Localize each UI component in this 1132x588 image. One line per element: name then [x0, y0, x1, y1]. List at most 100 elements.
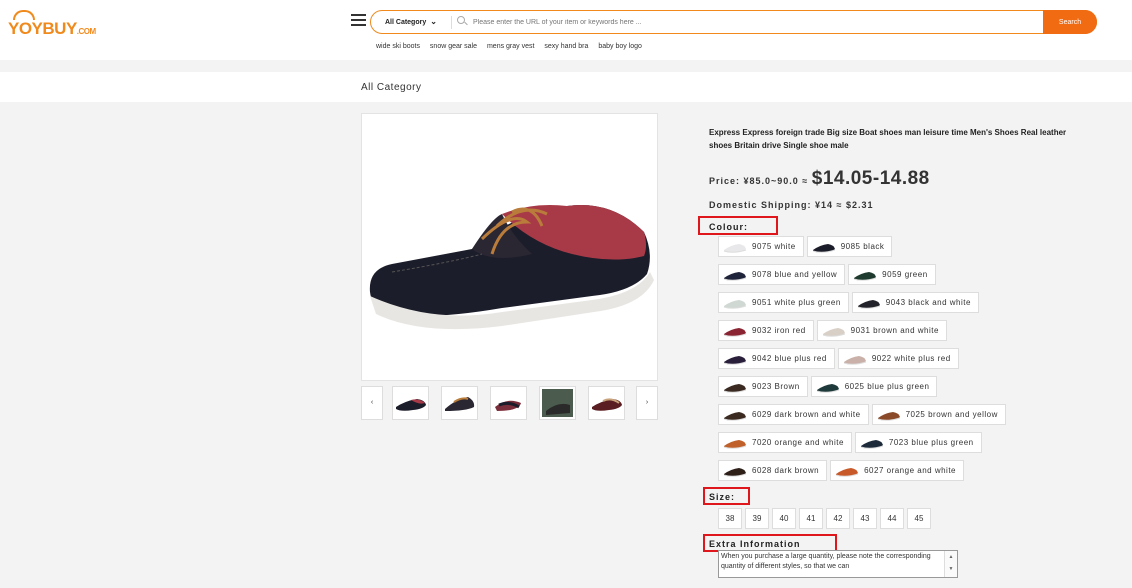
- shoe-swatch-icon: [723, 467, 747, 477]
- size-option[interactable]: 44: [880, 508, 904, 529]
- colour-option-label: 9059 green: [882, 270, 928, 279]
- colour-option-label: 9051 white plus green: [752, 298, 841, 307]
- colour-option[interactable]: 6028 dark brown: [718, 460, 828, 481]
- domestic-shipping: Domestic Shipping: ¥14 ≈ $2.31: [709, 200, 874, 210]
- thumbnail[interactable]: [441, 386, 478, 420]
- chevron-down-icon: ⌄: [430, 17, 437, 26]
- colour-row: 9023 Brown 6025 blue plus green: [718, 376, 1078, 397]
- size-option[interactable]: 45: [907, 508, 931, 529]
- colour-row: 9075 white 9085 black: [718, 236, 1078, 257]
- hot-searches: wide ski boots snow gear sale mens gray …: [376, 43, 650, 50]
- colour-option-label: 9043 black and white: [885, 298, 971, 307]
- shoe-swatch-icon: [843, 355, 866, 365]
- textarea-scrollbar[interactable]: ▲ ▼: [944, 551, 957, 577]
- colour-option[interactable]: 9075 white: [718, 236, 804, 257]
- size-option[interactable]: 42: [826, 508, 850, 529]
- colour-option[interactable]: 9042 blue plus red: [718, 348, 835, 369]
- colour-option-label: 9031 brown and white: [850, 326, 939, 335]
- price-usd: $14.05-14.88: [811, 168, 930, 189]
- breadcrumb-band: All Category: [0, 72, 1132, 102]
- product-title: Express Express foreign trade Big size B…: [709, 128, 1067, 150]
- thumbnail[interactable]: [588, 386, 625, 420]
- colour-row: 9032 iron red 9031 brown and white: [718, 320, 1078, 341]
- shoe-swatch-icon: [723, 439, 747, 449]
- shoe-swatch-icon: [816, 383, 839, 393]
- thumb-next-button[interactable]: ›: [636, 386, 658, 420]
- shoe-swatch-icon: [860, 439, 884, 449]
- colour-option[interactable]: 9022 white plus red: [837, 348, 959, 369]
- top-bar: YOYBUY.COM All Category⌄ Search wide ski…: [0, 0, 1132, 60]
- colour-option[interactable]: 9031 brown and white: [816, 320, 947, 341]
- search-input[interactable]: [473, 15, 1033, 29]
- category-dropdown[interactable]: All Category ⌄: [385, 17, 437, 26]
- scroll-down-icon[interactable]: ▼: [949, 566, 954, 572]
- extra-info-label: Extra Information: [709, 539, 801, 549]
- colour-option-label: 9042 blue plus red: [752, 354, 827, 363]
- colour-option-label: 7023 blue plus green: [888, 438, 974, 447]
- colour-label: Colour:: [709, 222, 748, 232]
- colour-option[interactable]: 6027 orange and white: [830, 460, 964, 481]
- colour-option-label: 7020 orange and white: [752, 438, 844, 447]
- shoe-swatch-icon: [723, 411, 747, 421]
- size-option[interactable]: 39: [745, 508, 769, 529]
- colour-option[interactable]: 6025 blue plus green: [810, 376, 938, 397]
- search-icon: [457, 16, 465, 24]
- size-option[interactable]: 40: [772, 508, 796, 529]
- colour-option-label: 6027 orange and white: [864, 466, 956, 475]
- breadcrumb[interactable]: All Category: [361, 82, 421, 93]
- shoe-swatch-icon: [854, 271, 877, 281]
- colour-option-label: 7025 brown and yellow: [905, 410, 998, 419]
- shoe-swatch-icon: [723, 243, 747, 253]
- size-option[interactable]: 43: [853, 508, 877, 529]
- colour-option[interactable]: 7023 blue plus green: [854, 432, 982, 453]
- colour-option-label: 9085 black: [840, 242, 885, 251]
- price-line: Price: ¥85.0~90.0 ≈ $14.05-14.88: [709, 168, 930, 190]
- boat-shoe-image: [369, 205, 654, 330]
- product-main-image: [361, 113, 658, 381]
- shoe-swatch-icon: [723, 299, 747, 309]
- colour-option-label: 6025 blue plus green: [844, 382, 930, 391]
- hot-search-link[interactable]: sexy hand bra: [544, 43, 588, 50]
- hot-search-link[interactable]: snow gear sale: [430, 43, 477, 50]
- colour-row: 9042 blue plus red 9022 white plus red: [718, 348, 1078, 369]
- size-option[interactable]: 38: [718, 508, 742, 529]
- shoe-swatch-icon: [723, 383, 747, 393]
- yoybuy-logo[interactable]: YOYBUY.COM: [8, 10, 98, 38]
- colour-option-label: 9078 blue and yellow: [752, 270, 838, 279]
- thumbnail[interactable]: [490, 386, 527, 420]
- colour-option[interactable]: 9043 black and white: [851, 292, 979, 313]
- size-option[interactable]: 41: [799, 508, 823, 529]
- size-label: Size:: [709, 492, 736, 502]
- hot-search-link[interactable]: baby boy logo: [598, 43, 642, 50]
- scroll-up-icon[interactable]: ▲: [949, 554, 954, 560]
- colour-option[interactable]: 7025 brown and yellow: [871, 404, 1006, 425]
- colour-option[interactable]: 9059 green: [848, 264, 936, 285]
- colour-option[interactable]: 9085 black: [806, 236, 893, 257]
- thumb-prev-button[interactable]: ‹: [361, 386, 383, 420]
- colour-option[interactable]: 9051 white plus green: [718, 292, 849, 313]
- colour-option[interactable]: 9032 iron red: [718, 320, 814, 341]
- colour-option[interactable]: 9078 blue and yellow: [718, 264, 846, 285]
- menu-icon[interactable]: [351, 14, 366, 26]
- colour-options: 9075 white 9085 black 9078 blue and yellow…: [718, 236, 1078, 488]
- logo-word: YOYBUY.COM: [8, 19, 96, 38]
- hot-search-link[interactable]: mens gray vest: [487, 43, 534, 50]
- colour-option-label: 9075 white: [752, 242, 796, 251]
- colour-option-label: 9022 white plus red: [871, 354, 951, 363]
- shoe-swatch-icon: [812, 243, 835, 253]
- shoe-swatch-icon: [835, 467, 859, 477]
- colour-option[interactable]: 9023 Brown: [718, 376, 808, 397]
- colour-option-label: 9023 Brown: [752, 382, 800, 391]
- shoe-swatch-icon: [877, 411, 900, 421]
- colour-option[interactable]: 7020 orange and white: [718, 432, 852, 453]
- search-button[interactable]: Search: [1043, 10, 1097, 34]
- colour-option[interactable]: 6029 dark brown and white: [718, 404, 869, 425]
- hot-search-link[interactable]: wide ski boots: [376, 43, 420, 50]
- search-bar: All Category⌄ Search: [370, 10, 1097, 34]
- colour-option-label: 9032 iron red: [752, 326, 806, 335]
- thumbnail[interactable]: [392, 386, 429, 420]
- shoe-swatch-icon: [723, 327, 747, 337]
- shoe-swatch-icon: [857, 299, 880, 309]
- thumbnail[interactable]: [539, 386, 576, 420]
- extra-info-textarea[interactable]: When you purchase a large quantity, plea…: [718, 550, 958, 578]
